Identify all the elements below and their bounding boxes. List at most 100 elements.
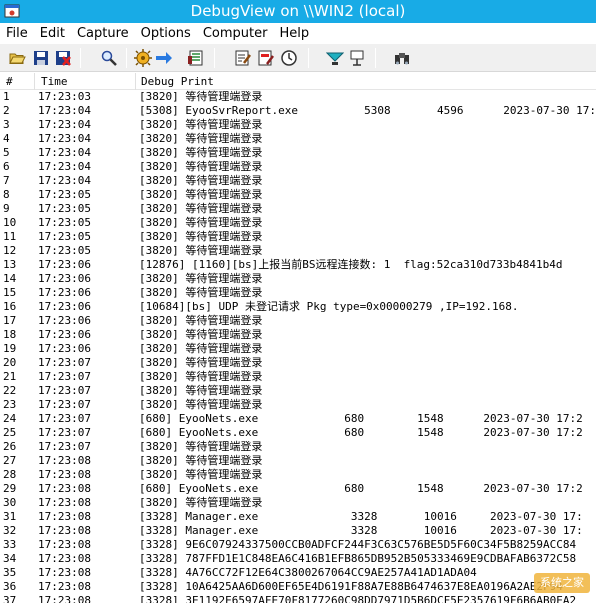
log-row-time: 17:23:06	[38, 272, 91, 285]
log-row[interactable]: 8 17:23:05 [3820] 等待管理端登录	[0, 188, 596, 202]
capture-icon[interactable]	[134, 49, 152, 67]
log-row-message: [3820] 等待管理端登录	[139, 244, 263, 257]
log-row[interactable]: 28 17:23:08 [3820] 等待管理端登录	[0, 468, 596, 482]
column-header-num[interactable]: #	[6, 73, 13, 90]
log-row[interactable]: 30 17:23:08 [3820] 等待管理端登录	[0, 496, 596, 510]
binoculars-icon[interactable]	[393, 49, 411, 67]
log-row[interactable]: 25 17:23:07 [680] EyooNets.exe 680 1548 20…	[0, 426, 596, 440]
log-row[interactable]: 3 17:23:04 [3820] 等待管理端登录	[0, 118, 596, 132]
menu-bar: File Edit Capture Options Computer Help	[0, 23, 596, 44]
log-row-time: 17:23:07	[38, 426, 91, 439]
log-row-time: 17:23:05	[38, 216, 91, 229]
filter-icon[interactable]	[234, 49, 252, 67]
log-row[interactable]: 4 17:23:04 [3820] 等待管理端登录	[0, 132, 596, 146]
column-divider[interactable]	[34, 73, 35, 90]
log-row-message: [3328] 10A6425AA6D600EF65E4D6191F88A7E88…	[139, 580, 563, 593]
log-row-time: 17:23:05	[38, 202, 91, 215]
log-row-time: 17:23:08	[38, 552, 91, 565]
log-row-number: 34	[3, 552, 17, 565]
log-row[interactable]: 14 17:23:06 [3820] 等待管理端登录	[0, 272, 596, 286]
log-list[interactable]: 1 17:23:03 [3820] 等待管理端登录 2 17:23:04 [5308] E…	[0, 90, 596, 603]
log-row[interactable]: 15 17:23:06 [3820] 等待管理端登录	[0, 286, 596, 300]
log-row-number: 28	[3, 468, 17, 481]
highlight-icon[interactable]	[257, 49, 275, 67]
log-row-time: 17:23:04	[38, 132, 91, 145]
log-row-time: 17:23:06	[38, 328, 91, 341]
log-row[interactable]: 6 17:23:04 [3820] 等待管理端登录	[0, 160, 596, 174]
log-row-message: [3820] 等待管理端登录	[139, 384, 263, 397]
log-row-message: [3820] 等待管理端登录	[139, 314, 263, 327]
log-row[interactable]: 23 17:23:07 [3820] 等待管理端登录	[0, 398, 596, 412]
log-row-number: 16	[3, 300, 17, 313]
clear-display-icon[interactable]	[187, 49, 205, 67]
log-row-number: 20	[3, 356, 17, 369]
log-row[interactable]: 12 17:23:05 [3820] 等待管理端登录	[0, 244, 596, 258]
log-row-number: 14	[3, 272, 17, 285]
open-icon[interactable]	[8, 49, 26, 67]
column-divider[interactable]	[135, 73, 136, 90]
menu-help[interactable]: Help	[273, 23, 315, 44]
log-row[interactable]: 37 17:23:08 [3328] 3E1192E6597AFE70F817726…	[0, 594, 596, 603]
log-row[interactable]: 33 17:23:08 [3328] 9E6C07924337500CCB0ADFC…	[0, 538, 596, 552]
log-row[interactable]: 9 17:23:05 [3820] 等待管理端登录	[0, 202, 596, 216]
log-row-time: 17:23:05	[38, 230, 91, 243]
log-row-message: [680] EyooNets.exe 680 1548 2023-07-30 1…	[139, 482, 583, 495]
log-row-message: [3820] 等待管理端登录	[139, 286, 263, 299]
menu-computer[interactable]: Computer	[197, 23, 274, 44]
log-row[interactable]: 26 17:23:07 [3820] 等待管理端登录	[0, 440, 596, 454]
log-row-time: 17:23:04	[38, 160, 91, 173]
log-row-message: [3820] 等待管理端登录	[139, 160, 263, 173]
clock-icon[interactable]	[280, 49, 298, 67]
save-icon[interactable]	[32, 49, 50, 67]
log-row[interactable]: 35 17:23:08 [3328] 4A76CC72F12E64C38002670…	[0, 566, 596, 580]
toolbar	[0, 44, 596, 72]
menu-edit[interactable]: Edit	[34, 23, 71, 44]
log-row[interactable]: 29 17:23:08 [680] EyooNets.exe 680 1548 20…	[0, 482, 596, 496]
log-row[interactable]: 7 17:23:04 [3820] 等待管理端登录	[0, 174, 596, 188]
log-row[interactable]: 22 17:23:07 [3820] 等待管理端登录	[0, 384, 596, 398]
log-row-message: [3328] 787FFD1E1C848EA6C416B1EFB865DB952…	[139, 552, 577, 565]
toolbar-separator	[308, 48, 309, 68]
log-row-number: 1	[3, 90, 10, 103]
log-row-time: 17:23:08	[38, 454, 91, 467]
log-row[interactable]: 13 17:23:06 [12876] [1160][bs]上报当前BS远程连接数:…	[0, 258, 596, 272]
log-row[interactable]: 17 17:23:06 [3820] 等待管理端登录	[0, 314, 596, 328]
log-row-number: 27	[3, 454, 17, 467]
log-row[interactable]: 27 17:23:08 [3820] 等待管理端登录	[0, 454, 596, 468]
menu-file[interactable]: File	[0, 23, 34, 44]
log-row[interactable]: 11 17:23:05 [3820] 等待管理端登录	[0, 230, 596, 244]
log-row-number: 6	[3, 160, 10, 173]
clear-save-icon[interactable]	[54, 49, 72, 67]
menu-options[interactable]: Options	[135, 23, 197, 44]
column-header-debug-print[interactable]: Debug Print	[141, 73, 214, 90]
log-row[interactable]: 20 17:23:07 [3820] 等待管理端登录	[0, 356, 596, 370]
log-row-time: 17:23:03	[38, 90, 91, 103]
log-row[interactable]: 34 17:23:08 [3328] 787FFD1E1C848EA6C416B1E…	[0, 552, 596, 566]
log-row[interactable]: 36 17:23:08 [3328] 10A6425AA6D600EF65E4D61…	[0, 580, 596, 594]
capture-kernel-icon[interactable]	[326, 49, 344, 67]
log-row[interactable]: 32 17:23:08 [3328] Manager.exe 3328 10016 …	[0, 524, 596, 538]
log-row[interactable]: 21 17:23:07 [3820] 等待管理端登录	[0, 370, 596, 384]
log-row-message: [3820] 等待管理端登录	[139, 146, 263, 159]
log-row-message: [3820] 等待管理端登录	[139, 440, 263, 453]
log-row-message: [3820] 等待管理端登录	[139, 118, 263, 131]
menu-capture[interactable]: Capture	[71, 23, 135, 44]
autoscroll-icon[interactable]	[155, 49, 173, 67]
log-row[interactable]: 19 17:23:06 [3820] 等待管理端登录	[0, 342, 596, 356]
log-row[interactable]: 18 17:23:06 [3820] 等待管理端登录	[0, 328, 596, 342]
column-header-time[interactable]: Time	[41, 73, 68, 90]
find-icon[interactable]	[100, 49, 118, 67]
pass-through-icon[interactable]	[348, 49, 366, 67]
log-row[interactable]: 5 17:23:04 [3820] 等待管理端登录	[0, 146, 596, 160]
log-row-number: 9	[3, 202, 10, 215]
log-row-time: 17:23:08	[38, 538, 91, 551]
log-row[interactable]: 1 17:23:03 [3820] 等待管理端登录	[0, 90, 596, 104]
log-row[interactable]: 24 17:23:07 [680] EyooNets.exe 680 1548 20…	[0, 412, 596, 426]
log-row[interactable]: 31 17:23:08 [3328] Manager.exe 3328 10016 …	[0, 510, 596, 524]
log-row[interactable]: 2 17:23:04 [5308] EyooSvrReport.exe 5308 4…	[0, 104, 596, 118]
log-row-time: 17:23:07	[38, 440, 91, 453]
log-row[interactable]: 16 17:23:06 [10684][bs] UDP 未登记请求 Pkg type…	[0, 300, 596, 314]
log-row-number: 13	[3, 258, 17, 271]
log-row[interactable]: 10 17:23:05 [3820] 等待管理端登录	[0, 216, 596, 230]
log-row-message: [3820] 等待管理端登录	[139, 90, 263, 103]
